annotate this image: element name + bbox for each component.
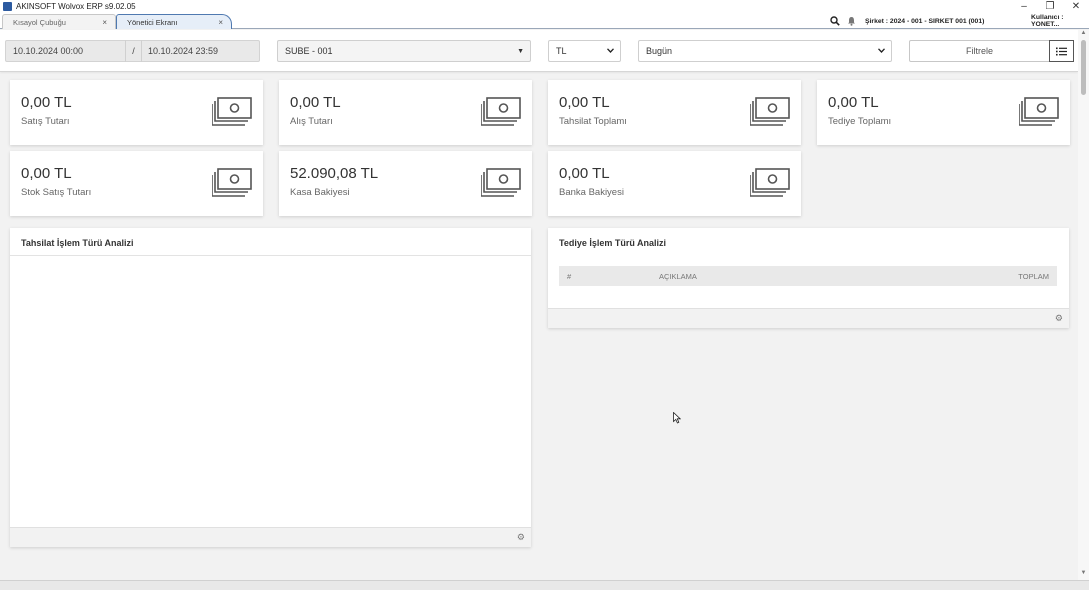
minimize-button[interactable]: – <box>1011 0 1037 13</box>
card-label: Tediye Toplamı <box>828 116 892 127</box>
money-icon <box>480 168 521 201</box>
scroll-down-icon[interactable]: ▼ <box>1078 570 1089 580</box>
user-info[interactable]: Kullanıcı : YONET... <box>1031 14 1089 28</box>
list-icon[interactable] <box>1049 40 1074 62</box>
chevron-down-icon <box>878 47 885 55</box>
top-right-info: Şirket : 2024 - 001 - SIRKET 001 (001) K… <box>827 13 1089 29</box>
status-strip <box>0 580 1089 590</box>
restore-button[interactable]: ❐ <box>1037 0 1063 13</box>
card-payment-total: 0,00 TL Tediye Toplamı <box>817 80 1070 145</box>
money-icon <box>1018 97 1059 130</box>
scroll-up-icon[interactable]: ▲ <box>1078 30 1089 40</box>
tab-close-icon[interactable]: × <box>218 18 223 27</box>
card-value: 52.090,08 TL <box>290 165 379 182</box>
column-header-total[interactable]: TOPLAM <box>1018 272 1049 281</box>
tab-label: Kısayol Çubuğu <box>13 17 66 27</box>
tab-close-icon[interactable]: × <box>102 18 107 27</box>
date-separator: / <box>125 40 142 62</box>
window-title: AKINSOFT Wolvox ERP s9.02.05 <box>16 2 136 11</box>
bell-icon[interactable] <box>843 13 859 29</box>
card-label: Satış Tutarı <box>21 116 70 127</box>
currency-select[interactable]: TL <box>548 40 621 62</box>
date-end-input[interactable]: 10.10.2024 23:59 <box>142 46 218 56</box>
mouse-cursor-icon <box>673 411 682 427</box>
card-label: Banka Bakiyesi <box>559 187 624 198</box>
money-icon <box>211 97 252 130</box>
gear-icon[interactable]: ⚙ <box>517 532 525 543</box>
card-collection-total: 0,00 TL Tahsilat Toplamı <box>548 80 801 145</box>
search-icon[interactable] <box>827 13 843 29</box>
money-icon <box>480 97 521 130</box>
card-value: 0,00 TL <box>828 94 879 111</box>
date-range: 10.10.2024 00:00 / 10.10.2024 23:59 <box>5 40 260 62</box>
tab-bar: Kısayol Çubuğu × Yönetici Ekranı × Şirke… <box>0 13 1089 29</box>
branch-select[interactable]: SUBE - 001 ▼ <box>277 40 531 62</box>
filter-button[interactable]: Filtrele <box>909 40 1050 62</box>
card-value: 0,00 TL <box>559 94 610 111</box>
card-value: 0,00 TL <box>21 165 72 182</box>
column-header-index[interactable]: # <box>567 272 571 281</box>
title-bar: AKINSOFT Wolvox ERP s9.02.05 – ❐ ✕ <box>0 0 1089 13</box>
branch-value: SUBE - 001 <box>285 46 333 56</box>
card-cash-balance: 52.090,08 TL Kasa Bakiyesi <box>279 151 532 216</box>
money-icon <box>749 168 790 201</box>
card-sales-total: 0,00 TL Satış Tutarı <box>10 80 263 145</box>
window-controls: – ❐ ✕ <box>1011 0 1089 13</box>
panel-footer: ⚙ <box>548 308 1069 328</box>
tab-shortcut-bar[interactable]: Kısayol Çubuğu × <box>2 14 116 29</box>
caret-down-icon: ▼ <box>517 47 524 55</box>
collection-analysis-panel: Tahsilat İşlem Türü Analizi ⚙ <box>10 228 531 547</box>
panel-title: Tahsilat İşlem Türü Analizi <box>21 238 134 248</box>
tab-label: Yönetici Ekranı <box>127 17 178 27</box>
vertical-scrollbar[interactable]: ▲ ▼ <box>1078 30 1089 580</box>
period-select[interactable]: Bugün <box>638 40 892 62</box>
payment-analysis-panel: Tediye İşlem Türü Analizi # AÇIKLAMA TOP… <box>548 228 1069 328</box>
card-value: 0,00 TL <box>290 94 341 111</box>
close-window-button[interactable]: ✕ <box>1063 0 1089 13</box>
card-value: 0,00 TL <box>21 94 72 111</box>
card-label: Alış Tutarı <box>290 116 333 127</box>
panel-footer: ⚙ <box>10 527 531 547</box>
card-value: 0,00 TL <box>559 165 610 182</box>
scroll-thumb[interactable] <box>1081 40 1086 95</box>
currency-value: TL <box>556 46 567 56</box>
tab-manager-screen[interactable]: Yönetici Ekranı × <box>116 14 232 29</box>
filter-bar: 10.10.2024 00:00 / 10.10.2024 23:59 SUBE… <box>0 30 1078 72</box>
divider <box>10 255 531 256</box>
money-icon <box>749 97 790 130</box>
card-purchase-total: 0,00 TL Alış Tutarı <box>279 80 532 145</box>
card-label: Tahsilat Toplamı <box>559 116 627 127</box>
app-logo-icon <box>3 2 12 11</box>
table-header: # AÇIKLAMA TOPLAM <box>559 266 1057 286</box>
panel-title: Tediye İşlem Türü Analizi <box>559 238 667 248</box>
date-start-input[interactable]: 10.10.2024 00:00 <box>6 46 125 56</box>
card-stock-sales-total: 0,00 TL Stok Satış Tutarı <box>10 151 263 216</box>
money-icon <box>211 168 252 201</box>
card-label: Stok Satış Tutarı <box>21 187 92 198</box>
card-label: Kasa Bakiyesi <box>290 187 350 198</box>
column-header-description[interactable]: AÇIKLAMA <box>659 272 697 281</box>
gear-icon[interactable]: ⚙ <box>1055 313 1063 324</box>
period-value: Bugün <box>646 46 673 56</box>
card-bank-balance: 0,00 TL Banka Bakiyesi <box>548 151 801 216</box>
company-info: Şirket : 2024 - 001 - SIRKET 001 (001) <box>865 17 985 25</box>
chevron-down-icon <box>607 47 614 55</box>
